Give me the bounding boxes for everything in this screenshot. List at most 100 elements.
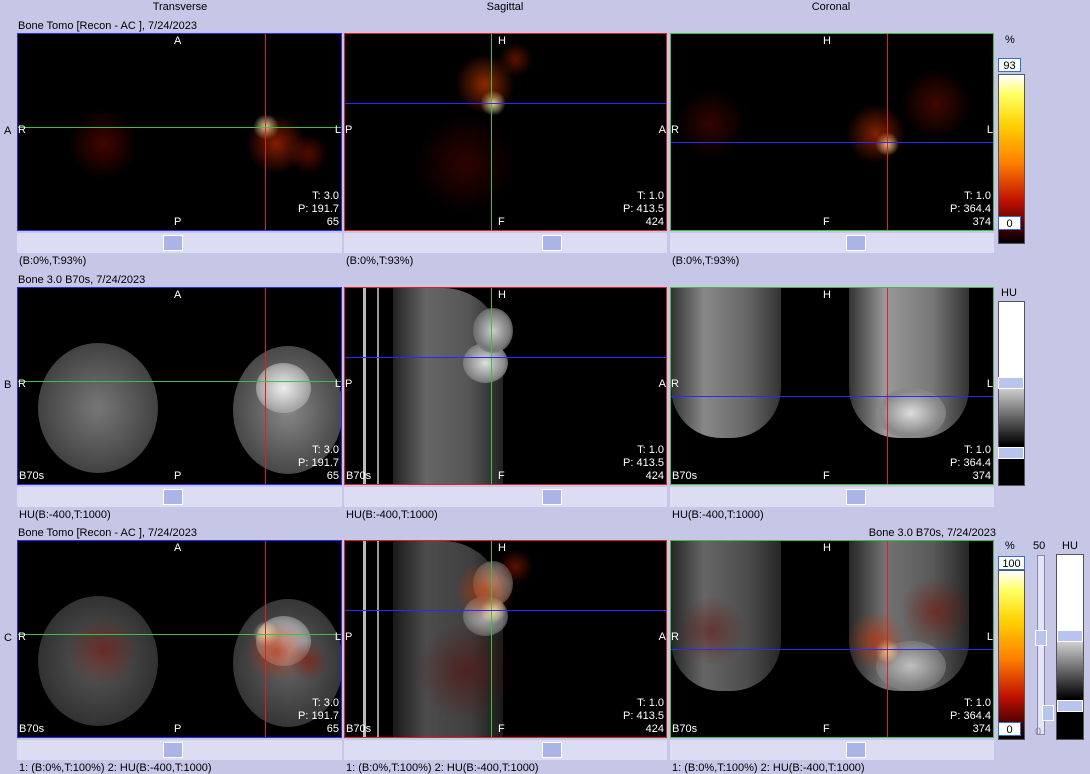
orientation-bottom-label: P	[174, 470, 182, 482]
row-b-window-bottom-handle[interactable]	[998, 447, 1024, 459]
row-c-window-top-handle[interactable]	[1057, 630, 1083, 642]
row-a-transverse-viewport[interactable]: A P R L T: 3.0 P: 191.7 65	[17, 33, 342, 231]
orientation-left-label: R	[18, 378, 26, 390]
orientation-bottom-label: P	[174, 216, 182, 228]
orientation-bottom-label: F	[823, 723, 830, 735]
orientation-top-label: H	[498, 289, 506, 301]
row-b-colorbar-panel: HU	[996, 287, 1026, 487]
row-b-sagittal-crosshair-vertical[interactable]	[491, 288, 492, 484]
slice-position-label: P: 413.5	[623, 710, 664, 722]
slice-position-label: P: 364.4	[950, 203, 991, 215]
row-b-sagittal-viewport[interactable]: H F P A T: 1.0 P: 413.5 424 B70s	[344, 287, 667, 485]
row-b-window-top-handle[interactable]	[998, 377, 1024, 389]
row-a-transverse-crosshair-vertical[interactable]	[265, 34, 266, 230]
row-a-colorbar-top-value[interactable]: 93	[998, 58, 1021, 72]
row-b-transverse-crosshair-horizontal[interactable]	[18, 381, 341, 382]
row-c-transverse-viewport[interactable]: A P R L T: 3.0 P: 191.7 65 B70s	[17, 540, 342, 738]
row-c-sagittal-viewport[interactable]: H F P A T: 1.0 P: 413.5 424 B70s	[344, 540, 667, 738]
row-b-transverse-viewport[interactable]: A P R L T: 3.0 P: 191.7 65 B70s	[17, 287, 342, 485]
row-b-coronal-window-label: HU(B:-400,T:1000)	[672, 509, 764, 521]
slice-thickness-label: T: 3.0	[312, 190, 339, 202]
row-c-sagittal-slice-scrollbar[interactable]	[344, 740, 667, 760]
orientation-left-label: P	[345, 378, 353, 390]
row-a-coronal-crosshair-horizontal[interactable]	[671, 142, 993, 143]
row-c-blend-slider-lower-thumb[interactable]	[1042, 705, 1054, 721]
slice-number-label: 65	[326, 470, 339, 482]
row-c-sagittal-slice-scrollbar-thumb[interactable]	[542, 742, 562, 758]
slice-number-label: 374	[972, 470, 991, 482]
orientation-top-label: H	[498, 542, 506, 554]
orientation-top-label: A	[174, 289, 182, 301]
row-a-coronal-window-label: (B:0%,T:93%)	[672, 255, 740, 267]
row-b-transverse-window-label: HU(B:-400,T:1000)	[19, 509, 111, 521]
row-a-coronal-viewport[interactable]: H F R L T: 1.0 P: 364.4 374	[670, 33, 994, 231]
slice-number-label: 374	[972, 216, 991, 228]
reconstruction-kernel-label: B70s	[672, 470, 698, 482]
orientation-right-label: A	[658, 631, 666, 643]
row-a-sagittal-slice-scrollbar[interactable]	[344, 233, 667, 253]
row-c-heat-colorbar[interactable]	[998, 570, 1025, 740]
row-c-series-title-right: Bone 3.0 B70s, 7/24/2023	[868, 527, 996, 539]
row-a-coronal-crosshair-vertical[interactable]	[887, 34, 888, 230]
orientation-left-label: R	[18, 124, 26, 136]
row-c-colorbar-top-value[interactable]: 100	[998, 556, 1025, 570]
orientation-bottom-label: P	[174, 723, 182, 735]
row-c-gray-colorbar[interactable]	[1056, 554, 1084, 740]
row-b-coronal-viewport[interactable]: H F R L T: 1.0 P: 364.4 374 B70s	[670, 287, 994, 485]
row-c-label: C	[4, 632, 12, 644]
row-b-coronal-crosshair-horizontal[interactable]	[671, 396, 993, 397]
row-c-blend-slider-thumb[interactable]	[1035, 630, 1047, 646]
row-c-transverse-window-label: 1: (B:0%,T:100%) 2: HU(B:-400,T:1000)	[19, 762, 212, 774]
ct-left-leg	[38, 343, 158, 473]
row-c-coronal-slice-scrollbar-thumb[interactable]	[846, 742, 866, 758]
row-c-coronal-slice-scrollbar[interactable]	[670, 740, 994, 760]
row-a-sagittal-viewport[interactable]: H F P A T: 1.0 P: 413.5 424	[344, 33, 667, 231]
row-c-window-bottom-handle[interactable]	[1057, 700, 1083, 712]
row-c-transverse-crosshair-horizontal[interactable]	[18, 634, 341, 635]
row-a-coronal-slice-scrollbar-thumb[interactable]	[846, 235, 866, 251]
row-a-transverse-slice-scrollbar-thumb[interactable]	[163, 235, 183, 251]
orientation-left-label: R	[18, 631, 26, 643]
row-c-transverse-crosshair-vertical[interactable]	[265, 541, 266, 737]
row-c-transverse-slice-scrollbar-thumb[interactable]	[163, 742, 183, 758]
orientation-right-label: A	[658, 124, 666, 136]
spect-uptake-spot	[68, 616, 138, 686]
row-c-transverse-slice-scrollbar[interactable]	[17, 740, 342, 760]
row-a-sagittal-crosshair-vertical[interactable]	[491, 34, 492, 230]
row-c-sagittal-crosshair-vertical[interactable]	[491, 541, 492, 737]
row-b-sagittal-slice-scrollbar-thumb[interactable]	[542, 489, 562, 505]
row-b-transverse-crosshair-vertical[interactable]	[265, 288, 266, 484]
row-b-transverse-slice-scrollbar[interactable]	[17, 487, 342, 507]
row-a-transverse-slice-scrollbar[interactable]	[17, 233, 342, 253]
row-b-sagittal-crosshair-horizontal[interactable]	[345, 357, 666, 358]
row-b-transverse-slice-scrollbar-thumb[interactable]	[163, 489, 183, 505]
orientation-left-label: P	[345, 631, 353, 643]
row-c-blend-value: 50	[1033, 540, 1046, 552]
orientation-right-label: L	[986, 124, 993, 136]
orientation-bottom-label: F	[498, 216, 505, 228]
slice-number-label: 65	[326, 216, 339, 228]
slice-position-label: P: 191.7	[298, 457, 339, 469]
orientation-bottom-label: F	[823, 470, 830, 482]
row-b-coronal-slice-scrollbar-thumb[interactable]	[846, 489, 866, 505]
orientation-right-label: L	[334, 124, 341, 136]
row-c-sagittal-window-label: 1: (B:0%,T:100%) 2: HU(B:-400,T:1000)	[346, 762, 539, 774]
row-a-transverse-crosshair-horizontal[interactable]	[18, 127, 341, 128]
orientation-left-label: R	[671, 124, 679, 136]
orientation-bottom-label: F	[498, 470, 505, 482]
row-c-coronal-viewport[interactable]: H F R L T: 1.0 P: 364.4 374 B70s	[670, 540, 994, 738]
row-c-coronal-crosshair-horizontal[interactable]	[671, 649, 993, 650]
row-c-colorbar-bottom-value[interactable]: 0	[998, 722, 1021, 736]
row-b-coronal-crosshair-vertical[interactable]	[887, 288, 888, 484]
row-b-sagittal-slice-scrollbar[interactable]	[344, 487, 667, 507]
row-a-sagittal-slice-scrollbar-thumb[interactable]	[542, 235, 562, 251]
row-a-colorbar-bottom-value[interactable]: 0	[998, 216, 1021, 230]
row-c-sagittal-crosshair-horizontal[interactable]	[345, 610, 666, 611]
row-b-coronal-slice-scrollbar[interactable]	[670, 487, 994, 507]
row-c-coronal-crosshair-vertical[interactable]	[887, 541, 888, 737]
ct-left-tibia	[671, 288, 781, 438]
column-header-coronal: Coronal	[811, 1, 851, 13]
row-a-coronal-slice-scrollbar[interactable]	[670, 233, 994, 253]
row-a-sagittal-crosshair-horizontal[interactable]	[345, 103, 666, 104]
orientation-bottom-label: F	[498, 723, 505, 735]
